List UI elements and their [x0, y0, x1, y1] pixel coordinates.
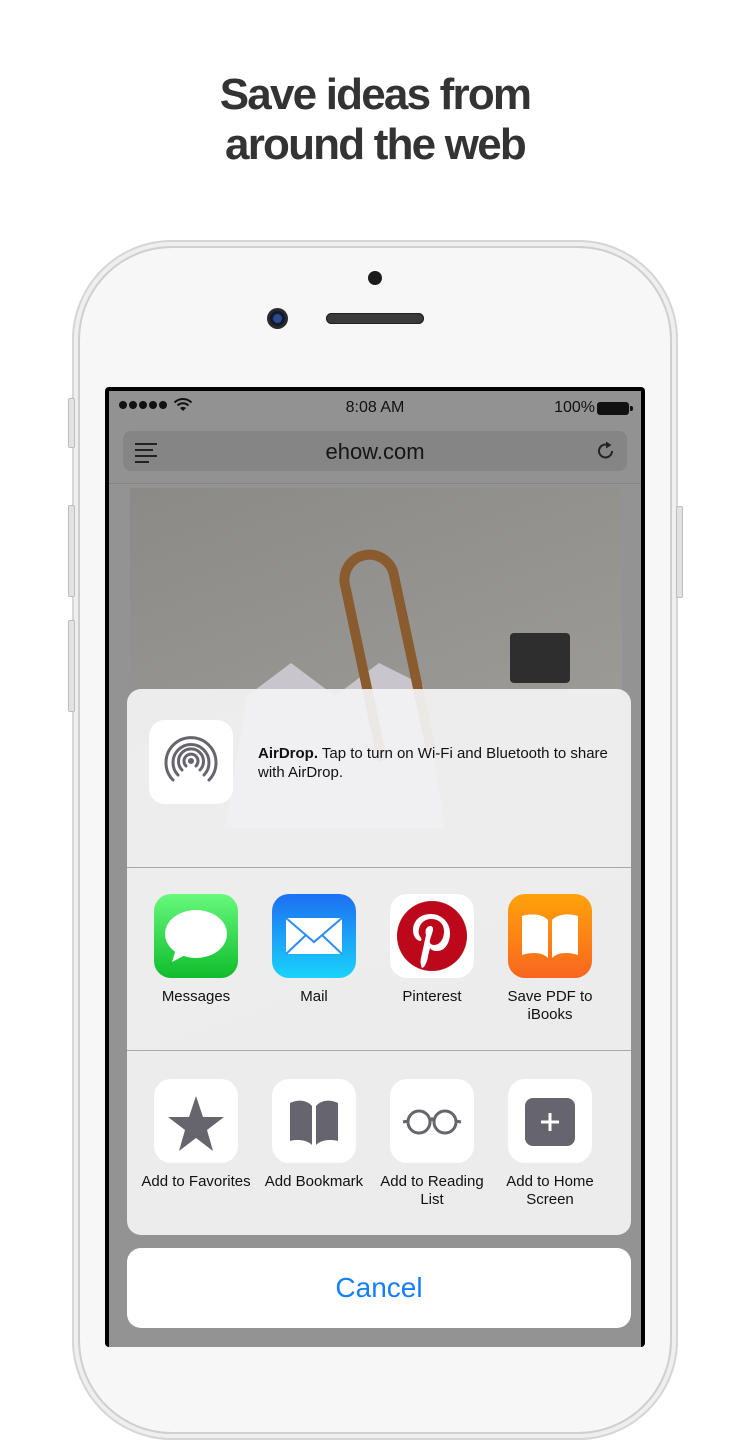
promo-headline: Save ideas from around the web: [0, 70, 750, 170]
share-actions-row: Add to Favorites Add Bookmark Add to Rea…: [127, 1051, 631, 1235]
plus-square-icon: [508, 1079, 592, 1163]
earpiece-speaker: [326, 313, 424, 324]
image-camera: [510, 633, 570, 683]
ibooks-icon: [508, 894, 592, 978]
headline-line-1: Save ideas from: [219, 70, 532, 119]
front-camera: [267, 308, 288, 329]
book-icon: [272, 1079, 356, 1163]
power-button: [676, 506, 683, 598]
mail-icon: [272, 894, 356, 978]
cancel-button[interactable]: Cancel: [127, 1248, 631, 1328]
action-label: Add to Home Screen: [506, 1173, 594, 1208]
glasses-icon: [390, 1079, 474, 1163]
volume-up-button: [68, 505, 75, 597]
action-add-bookmark[interactable]: Add Bookmark: [255, 1079, 373, 1191]
action-label: Add to Reading List: [380, 1173, 484, 1208]
battery-percentage: 100%: [554, 399, 595, 416]
share-app-ibooks[interactable]: Save PDF to iBooks: [491, 894, 609, 1024]
action-add-to-reading-list[interactable]: Add to Reading List: [373, 1079, 491, 1209]
share-sheet: AirDrop. Tap to turn on Wi-Fi and Blueto…: [127, 689, 631, 1235]
url-text[interactable]: ehow.com: [123, 439, 627, 465]
messages-icon: [154, 894, 238, 978]
airdrop-icon[interactable]: [149, 720, 233, 804]
airdrop-section[interactable]: AirDrop. Tap to turn on Wi-Fi and Blueto…: [127, 689, 631, 868]
share-app-label: Messages: [161, 988, 231, 1005]
headline-line-2: around the web: [225, 120, 527, 169]
action-add-to-home-screen[interactable]: Add to Home Screen: [491, 1079, 609, 1209]
share-app-messages[interactable]: Messages: [137, 894, 255, 1006]
battery-icon: [597, 402, 633, 415]
share-apps-row: Messages Mail Pinterest Save PDF to iBoo…: [127, 868, 631, 1051]
volume-down-button: [68, 620, 75, 712]
proximity-sensor: [368, 271, 382, 285]
browser-toolbar: ehow.com: [109, 425, 641, 484]
share-app-mail[interactable]: Mail: [255, 894, 373, 1006]
share-app-label: Save PDF to iBooks: [507, 988, 593, 1023]
reload-icon[interactable]: [595, 440, 617, 462]
share-app-pinterest[interactable]: Pinterest: [373, 894, 491, 1006]
airdrop-title: AirDrop.: [258, 745, 318, 762]
airdrop-message: AirDrop. Tap to turn on Wi-Fi and Blueto…: [258, 744, 618, 782]
status-bar: 8:08 AM 100%: [109, 391, 641, 425]
share-app-label: Mail: [300, 988, 328, 1005]
star-icon: [154, 1079, 238, 1163]
address-bar[interactable]: ehow.com: [123, 431, 627, 471]
action-label: Add Bookmark: [264, 1173, 364, 1190]
phone-screen: 8:08 AM 100% ehow.com AirDrop. Tap to tu…: [105, 387, 645, 1347]
action-label: Add to Favorites: [141, 1173, 251, 1190]
mute-switch: [68, 398, 75, 448]
pinterest-icon: [390, 894, 474, 978]
action-add-to-favorites[interactable]: Add to Favorites: [137, 1079, 255, 1191]
share-app-label: Pinterest: [402, 988, 462, 1005]
